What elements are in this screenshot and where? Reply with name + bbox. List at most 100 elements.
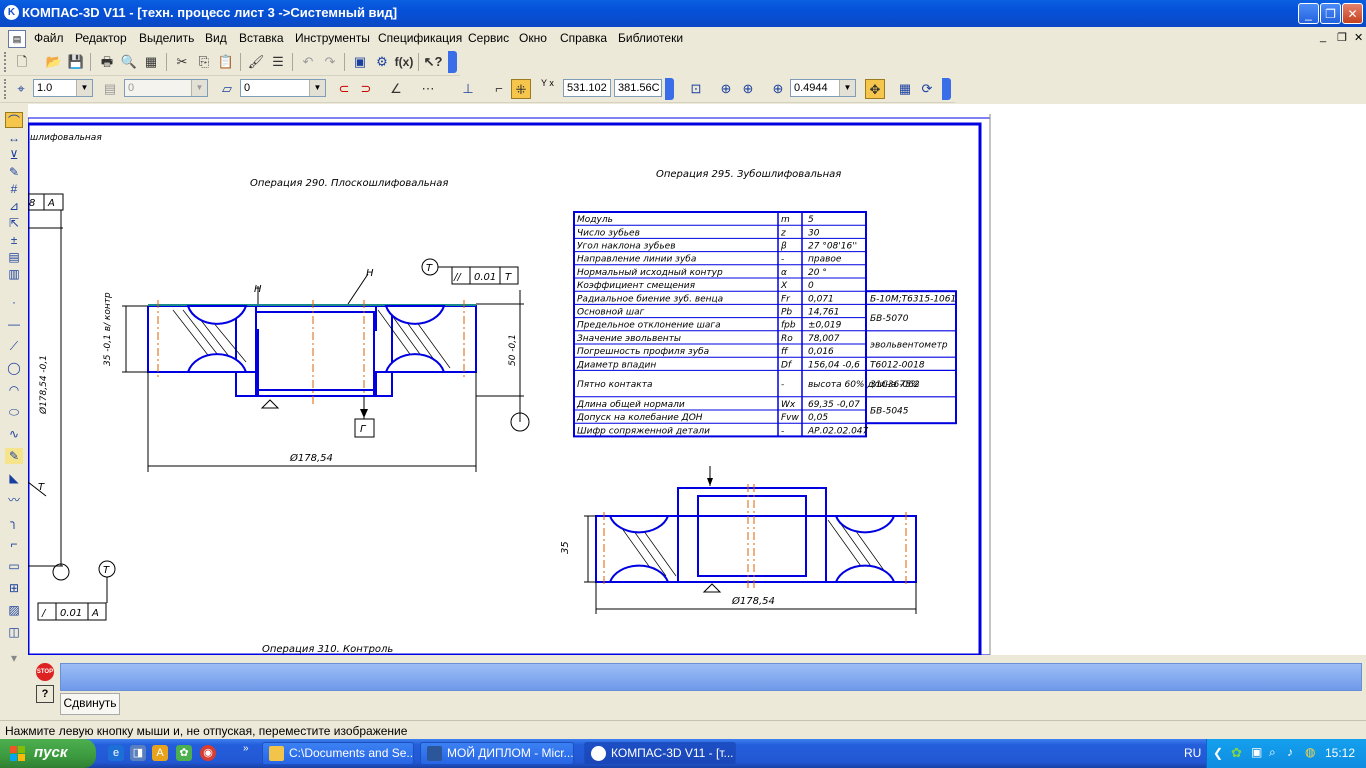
mdi-restore-icon[interactable]: ❐: [1337, 31, 1347, 44]
scale-select[interactable]: 1.0 ▼: [33, 79, 93, 97]
explorer-icon[interactable]: ◨: [130, 745, 146, 761]
polyline-icon[interactable]: ✎: [5, 448, 23, 464]
variables-icon[interactable]: f(x): [394, 52, 414, 72]
zoom-window-icon[interactable]: ⊡: [686, 79, 706, 99]
search-icon[interactable]: ⌕: [1269, 745, 1276, 760]
safely-remove-icon[interactable]: ◍: [1305, 745, 1315, 759]
dimensions-icon[interactable]: ↔: [5, 130, 23, 146]
task-kompas[interactable]: КОМПАС-3D V11 - [т...: [584, 742, 736, 765]
geometry-icon[interactable]: ⌒: [5, 112, 23, 128]
paste-icon[interactable]: 📋: [216, 52, 236, 72]
orthogonal-icon[interactable]: ⌐: [489, 79, 509, 99]
menu-window[interactable]: Окно: [519, 31, 547, 45]
open-folder-icon[interactable]: 📂: [44, 52, 64, 72]
new-document-icon[interactable]: 🗋: [12, 52, 32, 72]
designations-icon[interactable]: ⊻: [5, 147, 23, 163]
nurbs-icon[interactable]: 〰: [5, 492, 23, 508]
layer-icon[interactable]: ▤: [100, 79, 120, 99]
ql-flower-icon[interactable]: ✿: [176, 745, 192, 761]
zoom-fit-icon[interactable]: ⊕: [716, 79, 736, 99]
scroll-down-icon[interactable]: ▾: [5, 650, 23, 666]
menu-help[interactable]: Справка: [560, 31, 607, 45]
chevron-down-icon[interactable]: ▼: [191, 80, 207, 96]
task-explorer[interactable]: C:\Documents and Se...: [262, 742, 414, 765]
style-select[interactable]: 0 ▼: [240, 79, 326, 97]
tab-shift[interactable]: Сдвинуть: [60, 693, 120, 715]
grid-icon[interactable]: ⋯: [418, 79, 438, 99]
parametrization-icon[interactable]: #: [5, 181, 23, 197]
menu-view[interactable]: Вид: [205, 31, 227, 45]
select-icon[interactable]: ⇱: [5, 215, 23, 231]
drawing-canvas[interactable]: шлифовальная Операция 290. Плоскошлифова…: [28, 104, 1366, 655]
close-button[interactable]: ✕: [1342, 3, 1363, 24]
menu-specification[interactable]: Спецификация: [378, 31, 462, 45]
tray-app-icon[interactable]: ✿: [1231, 745, 1242, 761]
reports-icon[interactable]: ▤: [5, 249, 23, 265]
toolbar-grip[interactable]: [4, 52, 10, 72]
coord-y-field[interactable]: 381.56C: [614, 79, 662, 97]
toolbar-grip[interactable]: [4, 79, 10, 99]
circle-icon[interactable]: ◯: [5, 360, 23, 376]
format-brush-icon[interactable]: 🖌: [246, 52, 266, 72]
menu-tools[interactable]: Инструменты: [295, 31, 370, 45]
spline-icon[interactable]: ∿: [5, 426, 23, 442]
menu-insert[interactable]: Вставка: [239, 31, 284, 45]
ie-icon[interactable]: e: [108, 745, 124, 761]
context-help-icon[interactable]: ↖?: [423, 52, 443, 72]
fillet-icon[interactable]: ╮: [5, 514, 23, 530]
menu-file[interactable]: Файл: [34, 31, 64, 45]
ellipse-icon[interactable]: ⬭: [5, 404, 23, 420]
zoom-in-icon[interactable]: ⊕: [738, 79, 758, 99]
editing-icon[interactable]: ✎: [5, 164, 23, 180]
manager-icon[interactable]: ▣: [350, 52, 370, 72]
magnet-snap2-icon[interactable]: ⊃: [356, 79, 376, 99]
fragment-icon[interactable]: ▥: [5, 266, 23, 282]
menu-select[interactable]: Выделить: [139, 31, 194, 45]
save-icon[interactable]: 💾: [66, 52, 86, 72]
network-icon[interactable]: ▣: [1251, 745, 1262, 759]
point-icon[interactable]: ·: [5, 294, 23, 310]
spec-icon[interactable]: ±: [5, 232, 23, 248]
chevron-down-icon[interactable]: ▼: [309, 80, 325, 96]
collection-icon[interactable]: ⊞: [5, 580, 23, 596]
angle-snap-icon[interactable]: ∠: [386, 79, 406, 99]
refresh-view-icon[interactable]: ▦: [895, 79, 915, 99]
chamfer-icon[interactable]: ◣: [5, 470, 23, 486]
document-icon[interactable]: ▤: [8, 30, 26, 48]
menu-editor[interactable]: Редактор: [75, 31, 127, 45]
layer-select[interactable]: 0 ▼: [124, 79, 208, 97]
hatch-icon[interactable]: ▨: [5, 602, 23, 618]
kompas-app-icon[interactable]: K: [4, 5, 19, 20]
measure-icon[interactable]: ⊿: [5, 198, 23, 214]
contour-icon[interactable]: ⌐: [5, 536, 23, 552]
cut-icon[interactable]: ✂: [172, 52, 192, 72]
redo-icon[interactable]: ↷: [320, 52, 340, 72]
list-icon[interactable]: ☰: [268, 52, 288, 72]
grid-snap-icon[interactable]: ⌖: [11, 79, 31, 99]
tray-arrow-icon[interactable]: ❮: [1213, 746, 1223, 760]
aux-line-icon[interactable]: —: [5, 316, 23, 332]
rectangle-icon[interactable]: ▭: [5, 558, 23, 574]
volume-icon[interactable]: ♪: [1287, 745, 1293, 759]
chrome-icon[interactable]: ◉: [200, 745, 216, 761]
task-word[interactable]: МОЙ ДИПЛОМ - Micr...: [420, 742, 574, 765]
language-indicator[interactable]: RU: [1184, 746, 1201, 760]
properties-icon[interactable]: ▦: [141, 52, 161, 72]
coord-x-field[interactable]: 531.102: [563, 79, 611, 97]
menu-libraries[interactable]: Библиотеки: [618, 31, 683, 45]
layers-icon[interactable]: ▱: [217, 79, 237, 99]
help-button[interactable]: ?: [36, 685, 54, 703]
copy-icon[interactable]: ⎘: [194, 52, 214, 72]
stop-button[interactable]: STOP: [36, 663, 54, 681]
toolbar-overflow-icon[interactable]: [942, 78, 951, 100]
segment-icon[interactable]: ⟋: [5, 338, 23, 354]
toolbar-overflow-icon[interactable]: [665, 78, 674, 100]
zoom-select[interactable]: 0.4944 ▼: [790, 79, 856, 97]
chevron-down-icon[interactable]: ▼: [76, 80, 92, 96]
magnet-snap-icon[interactable]: ⊂: [334, 79, 354, 99]
quicklaunch-chevron-icon[interactable]: »: [243, 743, 249, 754]
pan-icon[interactable]: ✥: [865, 79, 885, 99]
mdi-minimize-icon[interactable]: _: [1320, 31, 1326, 43]
toolbar-overflow-icon[interactable]: [448, 51, 457, 73]
chevron-down-icon[interactable]: ▼: [839, 80, 855, 96]
